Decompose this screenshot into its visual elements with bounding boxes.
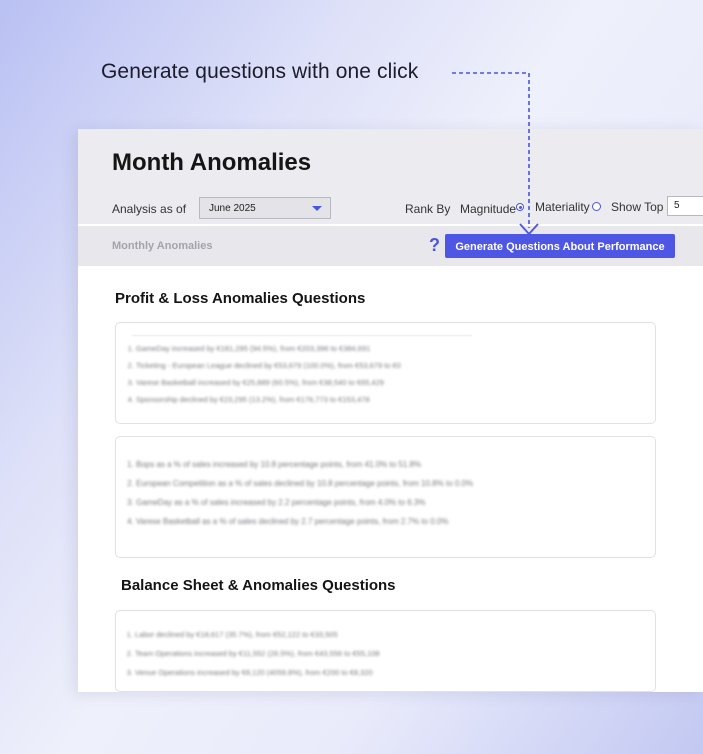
panel-header: Month Anomalies Analysis as of June 2025… [78,129,703,224]
show-top-label: Show Top [611,200,664,214]
bs-questions-card: Labor declined by €18,617 (35.7%), from … [115,610,656,692]
generate-questions-button[interactable]: Generate Questions About Performance [445,234,675,258]
rank-magnitude-radio[interactable] [516,203,524,211]
bs-section-title: Balance Sheet & Anomalies Questions [121,577,396,594]
list-item: European Competition as a % of sales dec… [136,474,655,493]
chevron-down-icon [312,206,322,211]
rank-materiality-radio[interactable] [592,202,601,211]
bs-questions-list: Labor declined by €18,617 (35.7%), from … [116,625,655,682]
pl-ratio-questions-list: Bops as a % of sales increased by 10.8 p… [116,455,655,531]
list-item: Team Operations increased by €11,552 (26… [135,644,655,663]
callout-text: Generate questions with one click [101,60,419,83]
list-item: Labor declined by €18,617 (35.7%), from … [135,625,655,644]
page-title: Month Anomalies [112,149,312,176]
list-item: GameDay increased by €181,295 (94.5%), f… [136,340,655,357]
analysis-as-of-label: Analysis as of [112,202,187,216]
list-item: Varese Basketball increased by €25,889 (… [136,374,655,391]
analysis-month-value: June 2025 [209,203,256,214]
list-item: GameDay as a % of sales increased by 2.2… [136,493,655,512]
list-item: Ticketing - European League declined by … [136,357,655,374]
show-top-input[interactable]: 5 [667,196,703,216]
rank-by-label: Rank By [405,202,451,216]
list-item: Venue Operations increased by €8,120 (40… [135,663,655,682]
pl-questions-card: GameDay increased by €181,295 (94.5%), f… [115,322,656,424]
list-item: Varese Basketball as a % of sales declin… [136,512,655,531]
analysis-month-select[interactable]: June 2025 [199,197,331,219]
monthly-anomalies-label: Monthly Anomalies [112,240,213,252]
pl-section-title: Profit & Loss Anomalies Questions [115,290,366,307]
rank-option-materiality-label[interactable]: Materiality [535,200,590,214]
list-item: Bops as a % of sales increased by 10.8 p… [136,455,655,474]
pl-questions-list: GameDay increased by €181,295 (94.5%), f… [116,340,655,408]
anomalies-panel: Month Anomalies Analysis as of June 2025… [78,129,703,692]
rank-option-magnitude-label[interactable]: Magnitude [460,202,516,216]
pl-ratio-questions-card: Bops as a % of sales increased by 10.8 p… [115,436,656,558]
monthly-anomalies-bar: Monthly Anomalies ? Generate Questions A… [78,226,703,266]
card-separator [132,335,472,336]
list-item: Sponsorship declined by €23,295 (13.2%),… [136,391,655,408]
help-icon[interactable]: ? [429,235,440,256]
